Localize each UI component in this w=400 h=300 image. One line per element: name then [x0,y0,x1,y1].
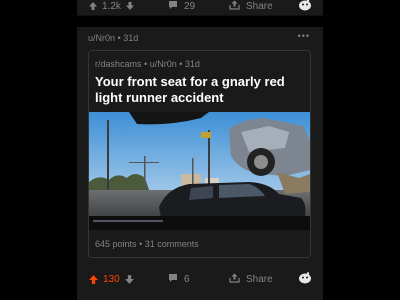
previous-post-vote: 1.2k [88,1,135,12]
post-author[interactable]: u/Nr0n [88,33,115,43]
comment-icon [168,273,178,286]
downvote-icon[interactable] [125,1,135,11]
downvote-icon[interactable] [124,274,135,285]
share-icon [229,273,240,286]
previous-post-card: 1.2k 29 Share [77,0,323,16]
separator: • [117,33,121,43]
video-thumbnail[interactable] [89,112,310,230]
previous-post-vote-count: 1.2k [102,0,121,12]
separator: • [179,59,183,69]
previous-post-share-label: Share [246,0,273,12]
previous-post-comment-count: 29 [184,0,196,12]
post-vote: 130 [88,274,135,285]
crosspost-subreddit[interactable]: r/dashcams [95,59,142,69]
crosspost-comments[interactable]: 31 comments [145,239,199,249]
crosspost-author[interactable]: u/Nr0n [150,59,177,69]
crosspost-stats: 645 points • 31 comments [95,239,199,249]
upvote-icon[interactable] [88,1,98,11]
post-comment-count: 6 [184,273,190,285]
comment-icon [168,0,178,13]
upvote-icon[interactable] [88,274,99,285]
previous-post-action-bar: 1.2k 29 Share [77,0,323,14]
post-age: 31d [123,33,139,43]
post-action-bar: 130 6 Share [77,269,323,289]
crosspost-title[interactable]: Your front seat for a gnarly red light r… [95,74,305,106]
previous-post-share-button[interactable]: Share [229,0,273,13]
post-vote-count: 130 [103,273,120,285]
post-card[interactable]: u/Nr0n • 31d ••• r/dashcams • u/Nr0n • 3… [77,27,323,300]
crosspost-points: 645 points [95,239,137,249]
award-icon[interactable] [298,271,312,287]
crosspost-card[interactable]: r/dashcams • u/Nr0n • 31d Your front sea… [88,50,311,258]
post-share-label: Share [246,273,273,285]
post-comments-button[interactable]: 6 [168,273,190,286]
post-share-button[interactable]: Share [229,273,273,286]
previous-post-comments-button[interactable]: 29 [168,0,195,13]
separator: • [139,239,143,249]
share-icon [229,0,240,13]
crosspost-meta: r/dashcams • u/Nr0n • 31d [95,59,200,69]
separator: • [144,59,148,69]
crosspost-age: 31d [184,59,200,69]
post-header: u/Nr0n • 31d [88,33,138,43]
award-icon[interactable] [298,0,312,14]
more-icon[interactable]: ••• [298,31,310,41]
